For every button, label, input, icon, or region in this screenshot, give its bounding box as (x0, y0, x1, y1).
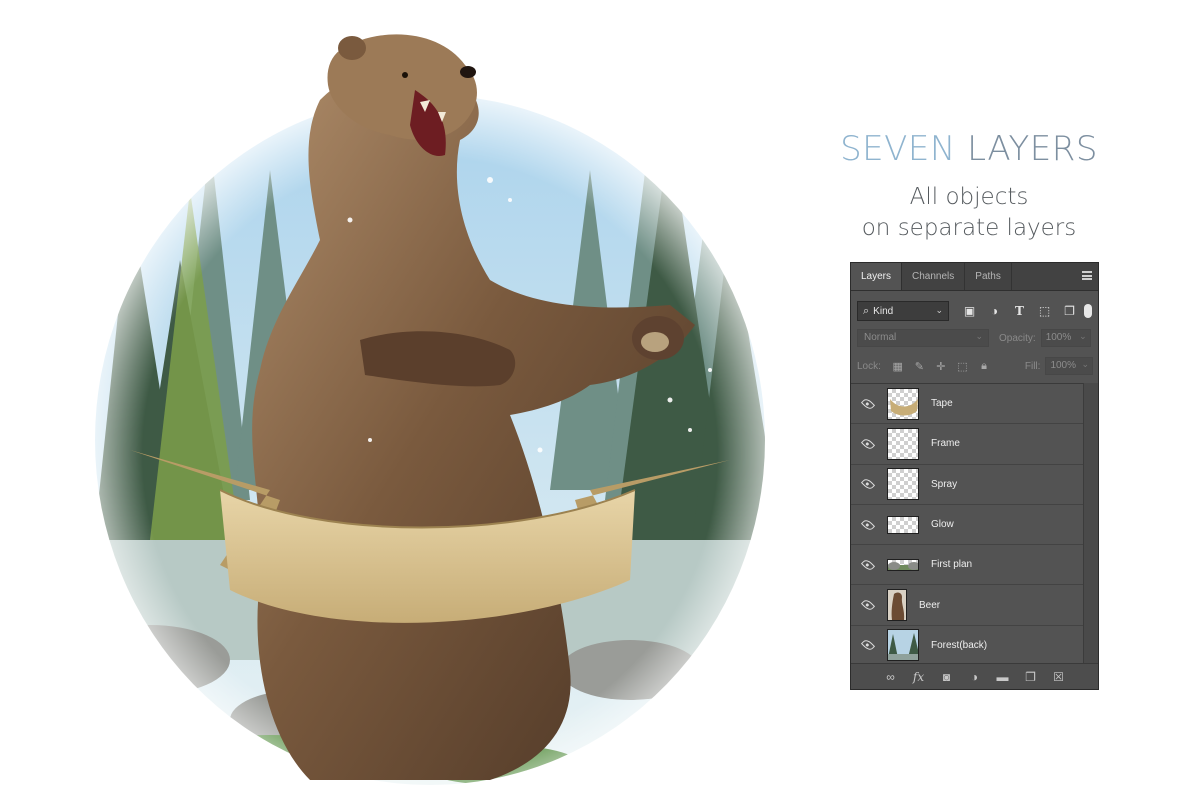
panel-menu-icon[interactable] (1082, 271, 1092, 280)
shape-filter-icon[interactable]: ⬚ (1032, 301, 1057, 321)
visibility-toggle[interactable] (851, 598, 885, 613)
eye-icon (860, 638, 876, 653)
layer-row-glow[interactable]: Glow (851, 505, 1084, 546)
bear-illustration (70, 20, 790, 790)
promo-subtitle-line2: on separate layers (861, 215, 1077, 241)
new-layer-icon[interactable]: ❐ (1019, 667, 1043, 687)
layer-name: Forest(back) (931, 639, 988, 651)
filter-icons: ▣ ◑ T ⬚ ❐ (957, 301, 1092, 321)
new-group-icon[interactable]: ▬ (991, 667, 1015, 687)
fill-value: 100% (1050, 360, 1077, 371)
chevron-down-icon: ⌄ (975, 331, 983, 341)
promo-title: SEVEN LAYERS (838, 128, 1100, 170)
visibility-toggle[interactable] (851, 557, 885, 572)
layer-name: Tape (931, 398, 953, 410)
fx-icon[interactable]: fx (907, 667, 931, 687)
tab-channels[interactable]: Channels (902, 263, 966, 290)
layer-name: First plan (931, 559, 973, 571)
layer-thumbnail-beer (887, 589, 907, 622)
promo-headline: SEVEN LAYERS All objects on separate lay… (838, 128, 1100, 244)
layer-list-scrollbar[interactable] (1083, 383, 1098, 665)
eye-icon (860, 396, 876, 411)
tab-paths[interactable]: Paths (965, 263, 1012, 290)
layers-panel: Layers Channels Paths ⌕ Kind ⌄ ▣ ◑ T ⬚ ❐… (850, 262, 1099, 690)
layer-thumbnail-first-plan (887, 558, 919, 571)
promo-title-word1: SEVEN (840, 129, 956, 169)
panel-footer: ∞ fx ◙ ◑ ▬ ❐ ☒ (851, 663, 1098, 689)
visibility-toggle[interactable] (851, 477, 885, 492)
eye-icon (860, 557, 876, 572)
opacity-label: Opacity: (999, 332, 1036, 344)
promo-subtitle-line1: All objects (909, 184, 1029, 210)
layer-row-first-plan[interactable]: First plan (851, 545, 1084, 586)
layer-thumbnail-frame (887, 427, 919, 460)
smart-object-filter-icon[interactable]: ❐ (1057, 301, 1082, 321)
blend-mode-value: Normal (864, 332, 897, 343)
layer-thumbnail-forest-back (887, 629, 919, 662)
filter-row: ⌕ Kind ⌄ ▣ ◑ T ⬚ ❐ (857, 301, 1093, 321)
image-filter-icon[interactable]: ▣ (957, 301, 982, 321)
tab-layers[interactable]: Layers (851, 263, 903, 290)
adjustment-filter-icon[interactable]: ◑ (982, 301, 1007, 321)
layer-thumbnail-tape (887, 387, 919, 420)
kind-filter-label: Kind (873, 305, 894, 317)
type-filter-icon[interactable]: T (1007, 301, 1032, 321)
chevron-down-icon: ⌄ (1081, 359, 1089, 369)
eye-icon (860, 517, 876, 532)
chevron-down-icon: ⌄ (935, 305, 943, 315)
blend-row: Normal ⌄ Opacity: 100% ⌄ (857, 329, 1093, 347)
visibility-toggle[interactable] (851, 517, 885, 532)
lock-all-icon[interactable]: 🔒︎ (973, 357, 995, 375)
layer-name: Frame (931, 438, 960, 450)
opacity-value: 100% (1045, 332, 1072, 343)
chevron-down-icon: ⌄ (1079, 331, 1087, 341)
lock-pixels-icon[interactable]: ▦ (887, 357, 909, 375)
lock-label: Lock: (857, 360, 881, 372)
layer-row-tape[interactable]: Tape (851, 384, 1084, 425)
filter-toggle-switch[interactable] (1084, 304, 1092, 318)
layer-thumbnail-glow (887, 515, 919, 534)
eye-icon (860, 477, 876, 492)
blend-mode-select[interactable]: Normal ⌄ (857, 329, 989, 347)
visibility-toggle[interactable] (851, 436, 885, 452)
lock-position-icon[interactable]: ✛ (930, 357, 952, 375)
fill-label: Fill: (1024, 360, 1041, 372)
eye-icon (860, 598, 876, 613)
add-mask-icon[interactable]: ◙ (935, 667, 959, 687)
link-layers-icon[interactable]: ∞ (879, 667, 903, 687)
lock-row: Lock: ▦ ✎ ✛ ⬚ 🔒︎ Fill: 100% ⌄ (857, 357, 1093, 375)
search-icon: ⌕ (863, 304, 870, 317)
lock-artboard-icon[interactable]: ⬚ (952, 357, 974, 375)
promo-title-word2: LAYERS (967, 129, 1098, 169)
layer-row-beer[interactable]: Beer (851, 585, 1084, 626)
layer-name: Glow (931, 519, 954, 531)
promo-subtitle: All objects on separate layers (838, 182, 1100, 244)
layer-name: Spray (931, 478, 958, 490)
delete-layer-icon[interactable]: ☒ (1047, 667, 1071, 687)
visibility-toggle[interactable] (851, 396, 885, 411)
lock-image-icon[interactable]: ✎ (909, 357, 931, 375)
layer-row-frame[interactable]: Frame (851, 424, 1084, 465)
layer-row-spray[interactable]: Spray (851, 465, 1084, 505)
panel-tab-bar: Layers Channels Paths (851, 263, 1098, 291)
layer-list: Tape Frame Spray Glow First plan Beer Fo… (851, 383, 1084, 665)
fill-field[interactable]: 100% ⌄ (1045, 357, 1093, 375)
layer-row-forest-back[interactable]: Forest(back) (851, 626, 1084, 665)
opacity-field[interactable]: 100% ⌄ (1040, 329, 1091, 347)
eye-icon (860, 436, 876, 452)
visibility-toggle[interactable] (851, 638, 885, 653)
layer-name: Beer (919, 599, 941, 611)
adjustment-layer-icon[interactable]: ◑ (963, 667, 987, 687)
layer-thumbnail-spray (887, 468, 919, 501)
kind-filter-select[interactable]: ⌕ Kind ⌄ (857, 301, 949, 321)
